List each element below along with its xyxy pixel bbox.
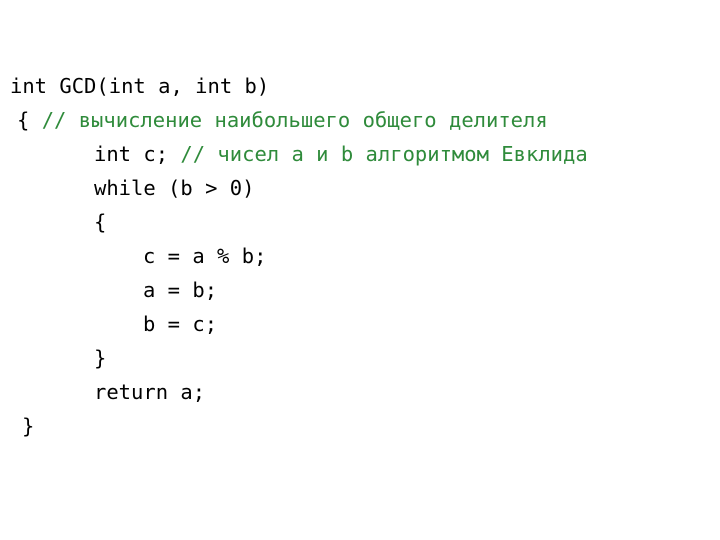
code-token: int GCD(int a, int b) [10,74,270,98]
code-token: return a; [94,380,206,404]
code-line: while (b > 0) [0,171,720,205]
code-line: { // вычисление наибольшего общего делит… [0,103,720,137]
code-comment: // чисел a и b алгоритмом Евклида [180,142,588,166]
code-line: return a; [0,375,720,409]
code-line: } [0,409,720,443]
code-token: c = a % b; [143,244,267,268]
code-token: } [22,414,35,438]
code-comment: // вычисление наибольшего общего делител… [41,108,548,132]
code-token: while (b > 0) [94,176,255,200]
code-token: int c; [94,142,181,166]
code-line: int c; // чисел a и b алгоритмом Евклида [0,137,720,171]
code-line: b = c; [0,307,720,341]
code-token: a = b; [143,278,218,302]
code-token: b = c; [143,312,218,336]
code-line: a = b; [0,273,720,307]
code-line: { [0,205,720,239]
code-token: } [94,346,107,370]
code-line: } [0,341,720,375]
slide-canvas: int GCD(int a, int b) { // вычисление наи… [0,0,720,540]
code-block: int GCD(int a, int b) { // вычисление наи… [0,69,720,443]
code-line: int GCD(int a, int b) [0,69,720,103]
code-token: { [94,210,107,234]
code-token: { [17,108,42,132]
code-line: c = a % b; [0,239,720,273]
